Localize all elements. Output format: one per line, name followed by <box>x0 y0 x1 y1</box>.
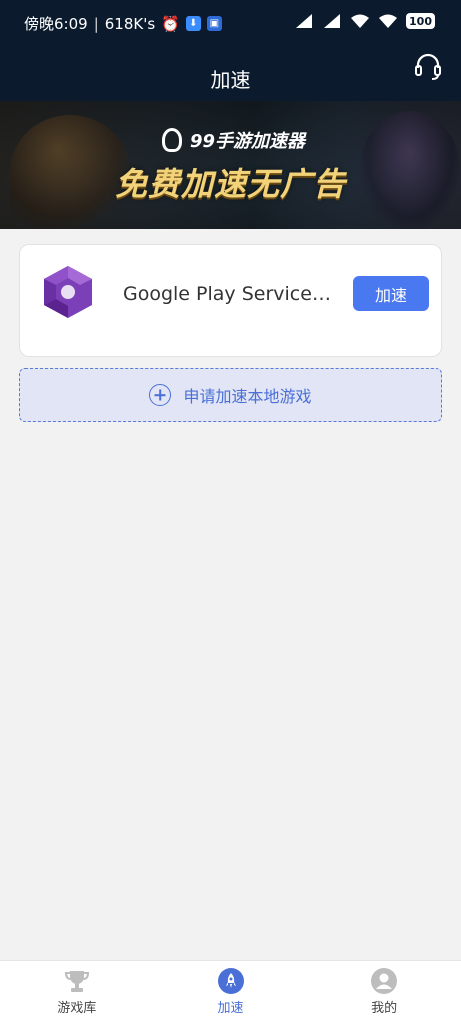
rocket-icon <box>217 968 244 994</box>
game-name: Google Play Services for AR <box>123 283 335 305</box>
tab-accelerate[interactable]: 加速 <box>154 961 308 1024</box>
app-notification-icon: ▣ <box>206 16 222 31</box>
download-notification-icon: ⬇ <box>185 16 201 31</box>
banner-brand: 99手游加速器 <box>162 127 305 153</box>
page-title: 加速 <box>210 68 251 92</box>
tab-label-game-library: 游戏库 <box>57 1001 97 1016</box>
wifi-2-icon <box>378 13 398 29</box>
status-right: 100 <box>294 13 435 29</box>
banner-brand-name: 99手游加速器 <box>190 131 306 152</box>
alarm-icon: ⏰ <box>161 14 180 33</box>
tab-game-library[interactable]: 游戏库 <box>0 961 154 1024</box>
request-local-game-button[interactable]: 申请加速本地游戏 <box>19 368 442 422</box>
status-bar: 傍晚6:09 | 618K's ⏰ ⬇ ▣ 100 <box>0 0 461 44</box>
cell-signal-icon <box>294 13 314 29</box>
bottom-tab-bar: 游戏库 加速 我的 <box>0 960 461 1024</box>
header: 傍晚6:09 | 618K's ⏰ ⬇ ▣ 100 加速 <box>0 0 461 101</box>
headset-support-icon[interactable] <box>413 51 443 81</box>
request-label: 申请加速本地游戏 <box>183 387 312 406</box>
wifi-icon <box>350 13 370 29</box>
status-net-speed: 618K's <box>104 14 156 33</box>
status-time: 傍晚6:09 <box>24 15 88 33</box>
cell-signal-2-icon <box>322 13 342 29</box>
promo-banner[interactable]: 99手游加速器 免费加速无广告 <box>0 101 461 229</box>
status-left: 傍晚6:09 | 618K's ⏰ ⬇ ▣ <box>24 13 222 34</box>
accelerate-button[interactable]: 加速 <box>353 276 429 311</box>
plus-circle-icon <box>149 384 172 406</box>
user-icon <box>371 968 398 994</box>
banner-slogan: 免费加速无广告 <box>114 165 346 203</box>
battery-indicator: 100 <box>406 13 435 29</box>
trophy-icon <box>64 968 90 994</box>
google-play-services-ar-icon <box>44 266 92 318</box>
tab-label-profile: 我的 <box>371 1001 398 1016</box>
tab-label-accelerate: 加速 <box>217 1001 244 1016</box>
status-separator: | <box>93 14 99 33</box>
brand-logo-icon <box>162 128 182 152</box>
game-card[interactable]: Google Play Services for AR 加速 <box>19 244 442 357</box>
tab-profile[interactable]: 我的 <box>307 961 461 1024</box>
